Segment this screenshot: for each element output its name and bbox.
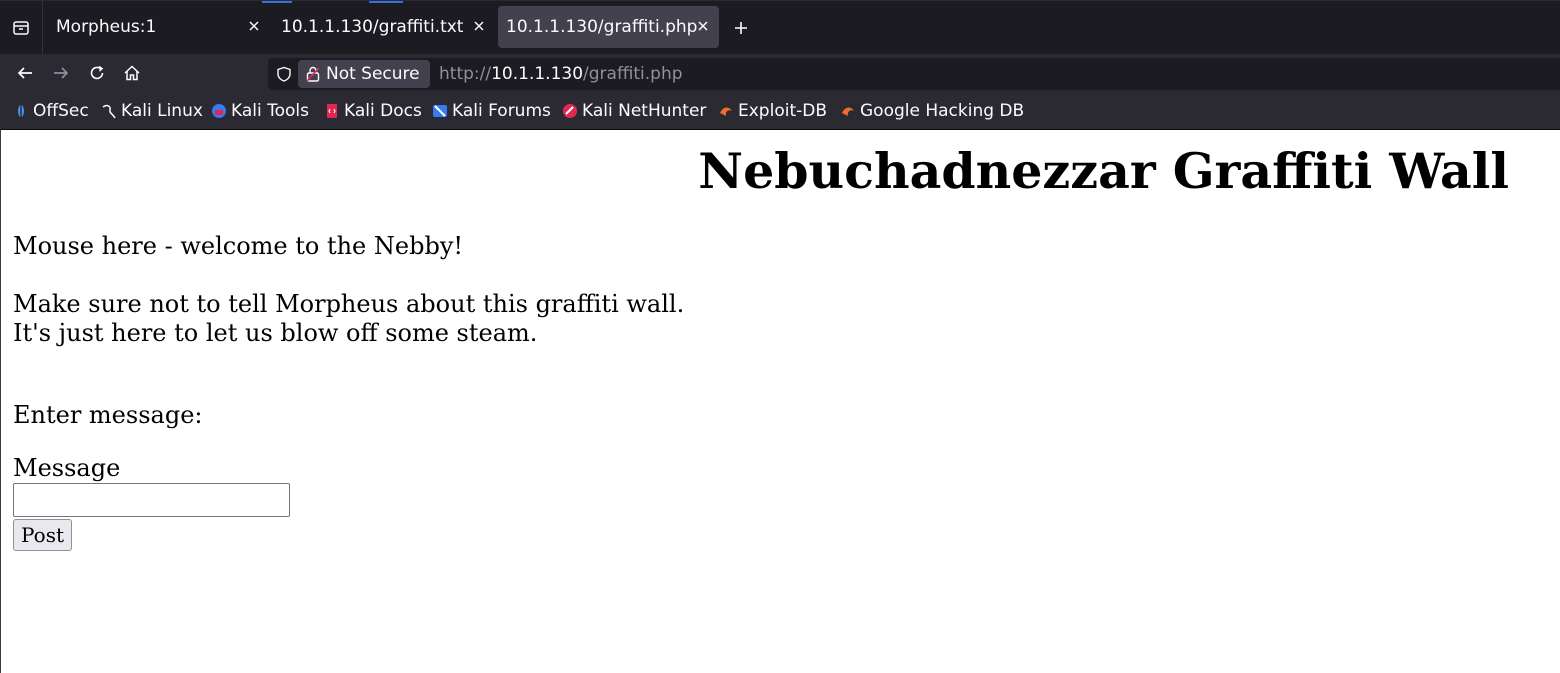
ghdb-icon [842,107,854,116]
navigation-toolbar: Not Secure http://10.1.1.130/graffiti.ph… [0,54,1560,92]
tab-list-button[interactable] [0,1,43,55]
bookmark-label: Kali Docs [344,101,422,121]
bookmark-label: Kali Forums [452,101,551,121]
plus-icon [735,22,747,34]
nethunter-icon [563,104,577,118]
tab-label: Morpheus:1 [56,17,157,37]
url-text[interactable]: http://10.1.1.130/graffiti.php [439,64,683,84]
bookmarks-toolbar: OffSec Kali Linux Kali Tools Kali Docs K… [0,92,1560,130]
tab-morpheus[interactable]: Morpheus:1 [44,6,270,48]
arrow-left-icon [17,67,32,79]
tab-strip-accent [262,1,292,3]
url-path: /graffiti.php [583,64,683,84]
kali-forums-icon [433,105,447,117]
kali-tools-icon [212,104,226,118]
post-button[interactable]: Post [13,519,72,551]
url-scheme: http:// [439,64,492,84]
reload-icon [90,65,104,80]
tab-strip-accent [369,1,403,3]
close-icon [474,21,484,31]
not-secure-label: Not Secure [326,64,420,84]
welcome-message: Mouse here - welcome to the Nebby! [13,232,464,260]
tab-close-button[interactable] [695,18,711,34]
bookmark-google-hacking-db[interactable]: Google Hacking DB [840,101,1024,121]
home-icon [124,65,140,81]
home-button[interactable] [120,61,144,85]
tab-list-icon [13,21,29,35]
enter-message-label: Enter message: [13,401,203,429]
page-viewport: Nebuchadnezzar Graffiti Wall Mouse here … [0,130,1560,673]
tab-close-button[interactable] [246,18,262,34]
bookmark-kali-tools[interactable]: Kali Tools [211,101,309,121]
new-tab-button[interactable] [728,15,754,41]
forward-button[interactable] [49,61,73,85]
message-input[interactable] [13,483,290,517]
bookmark-exploit-db[interactable]: Exploit-DB [718,101,827,121]
bookmark-kali-nethunter[interactable]: Kali NetHunter [562,101,706,121]
bookmark-offsec[interactable]: OffSec [13,101,89,121]
page-title: Nebuchadnezzar Graffiti Wall [698,142,1509,200]
tab-close-button[interactable] [471,18,487,34]
close-icon [698,21,708,31]
bookmark-label: Kali Tools [231,101,309,121]
kali-docs-icon [327,104,337,118]
bookmark-label: Kali NetHunter [582,101,707,121]
message-field-label: Message [13,454,121,482]
offsec-icon [18,104,24,118]
exploit-db-icon [720,107,732,116]
kali-dragon-icon [102,104,116,119]
tab-graffiti-php[interactable]: 10.1.1.130/graffiti.php [498,6,719,48]
tab-graffiti-txt[interactable]: 10.1.1.130/graffiti.txt [269,6,495,48]
url-bar[interactable]: Not Secure http://10.1.1.130/graffiti.ph… [268,58,1560,90]
tab-label: 10.1.1.130/graffiti.php [506,17,698,37]
back-button[interactable] [13,61,37,85]
graffiti-message-line: It's just here to let us blow off some s… [13,319,538,347]
bookmark-label: Exploit-DB [738,101,827,121]
insecure-lock-icon [306,66,320,82]
bookmark-kali-docs[interactable]: Kali Docs [324,101,422,121]
tab-strip: Morpheus:1 10.1.1.130/graffiti.txt 10.1.… [0,0,1560,55]
bookmark-label: OffSec [33,101,89,121]
bookmark-kali-forums[interactable]: Kali Forums [432,101,551,121]
reload-button[interactable] [85,61,109,85]
tab-label: 10.1.1.130/graffiti.txt [281,17,464,37]
shield-icon[interactable] [276,66,292,82]
bookmark-label: Google Hacking DB [860,101,1025,121]
close-icon [249,21,259,31]
arrow-right-icon [54,67,69,79]
url-host: 10.1.1.130 [491,64,584,84]
bookmark-label: Kali Linux [121,101,203,121]
graffiti-message-line: Make sure not to tell Morpheus about thi… [13,290,685,318]
bookmark-kali-linux[interactable]: Kali Linux [101,101,203,121]
not-secure-indicator[interactable]: Not Secure [298,60,430,88]
